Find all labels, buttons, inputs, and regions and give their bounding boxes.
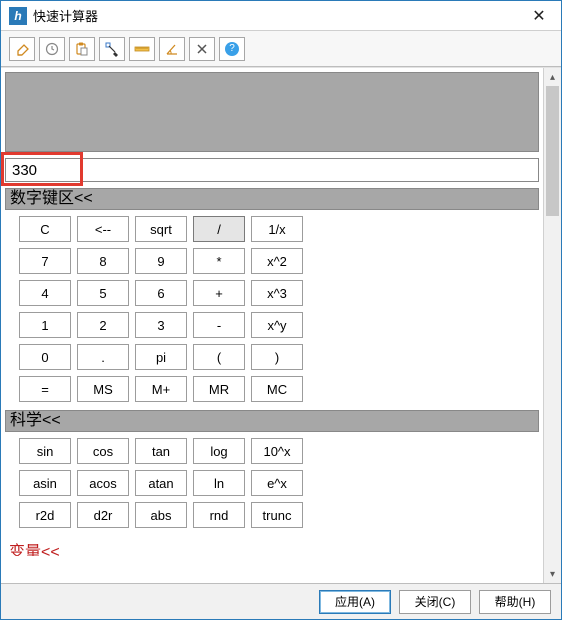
key-[interactable]: - <box>193 312 245 338</box>
key-r2d[interactable]: r2d <box>19 502 71 528</box>
footer: 应用(A) 关闭(C) 帮助(H) <box>1 583 561 619</box>
key-e-x[interactable]: e^x <box>251 470 303 496</box>
paste-button[interactable] <box>69 37 95 61</box>
science-header[interactable]: 科学<< <box>5 410 539 432</box>
history-panel <box>5 72 539 152</box>
variables-header-label: 变量<< <box>9 544 60 556</box>
scroll-down-icon[interactable]: ▾ <box>544 565 561 583</box>
key-d2r[interactable]: d2r <box>77 502 129 528</box>
client-area: 数字键区<< C<--sqrt/1/x 789*x^2 456+x^3 123-x^y… <box>1 67 561 583</box>
key-ln[interactable]: ln <box>193 470 245 496</box>
key-MC[interactable]: MC <box>251 376 303 402</box>
key-x-2[interactable]: x^2 <box>251 248 303 274</box>
key-sin[interactable]: sin <box>19 438 71 464</box>
science-header-label: 科学<< <box>10 411 61 431</box>
close-icon: ✕ <box>532 6 545 26</box>
science-grid: sincostanlog10^x asinacosatanlne^x r2dd2ra… <box>5 432 539 534</box>
key-1[interactable]: 1 <box>19 312 71 338</box>
key-log[interactable]: log <box>193 438 245 464</box>
key-x-3[interactable]: x^3 <box>251 280 303 306</box>
key-[interactable]: ( <box>193 344 245 370</box>
help-icon: ? <box>225 42 239 56</box>
distance-button[interactable] <box>129 37 155 61</box>
eraser-icon <box>14 41 30 57</box>
key-pi[interactable]: pi <box>135 344 187 370</box>
key-[interactable]: <-- <box>77 216 129 242</box>
key-10-x[interactable]: 10^x <box>251 438 303 464</box>
pick-point-icon <box>104 41 120 57</box>
input-row <box>5 158 539 182</box>
key-3[interactable]: 3 <box>135 312 187 338</box>
expression-input[interactable] <box>5 158 539 182</box>
help-dialog-button[interactable]: 帮助(H) <box>479 590 551 614</box>
numpad-grid: C<--sqrt/1/x 789*x^2 456+x^3 123-x^y 0.pi() =… <box>5 210 539 408</box>
variables-header[interactable]: 变量<< <box>5 538 539 556</box>
app-icon: h <box>9 7 27 25</box>
angle-icon <box>164 41 180 57</box>
paste-icon <box>74 41 90 57</box>
key-MR[interactable]: MR <box>193 376 245 402</box>
key-asin[interactable]: asin <box>19 470 71 496</box>
key-[interactable]: = <box>19 376 71 402</box>
key-4[interactable]: 4 <box>19 280 71 306</box>
key-acos[interactable]: acos <box>77 470 129 496</box>
numpad-header[interactable]: 数字键区<< <box>5 188 539 210</box>
key-5[interactable]: 5 <box>77 280 129 306</box>
close-button[interactable]: ✕ <box>517 1 561 30</box>
eraser-button[interactable] <box>9 37 35 61</box>
help-label: 帮助(H) <box>495 593 536 610</box>
key-atan[interactable]: atan <box>135 470 187 496</box>
vertical-scrollbar[interactable]: ▴ ▾ <box>543 68 561 583</box>
scroll-thumb[interactable] <box>546 86 559 216</box>
clear-x-button[interactable] <box>189 37 215 61</box>
key-x-y[interactable]: x^y <box>251 312 303 338</box>
key-cos[interactable]: cos <box>77 438 129 464</box>
pick-point-button[interactable] <box>99 37 125 61</box>
key-trunc[interactable]: trunc <box>251 502 303 528</box>
key-[interactable]: ) <box>251 344 303 370</box>
key-M[interactable]: M+ <box>135 376 187 402</box>
history-button[interactable] <box>39 37 65 61</box>
key-7[interactable]: 7 <box>19 248 71 274</box>
key-C[interactable]: C <box>19 216 71 242</box>
key-[interactable]: / <box>193 216 245 242</box>
close-dialog-button[interactable]: 关闭(C) <box>399 590 471 614</box>
key-6[interactable]: 6 <box>135 280 187 306</box>
app-window: h 快速计算器 ✕ ? <box>0 0 562 620</box>
clock-icon <box>44 41 60 57</box>
apply-button[interactable]: 应用(A) <box>319 590 391 614</box>
titlebar: h 快速计算器 ✕ <box>1 1 561 31</box>
content-pane: 数字键区<< C<--sqrt/1/x 789*x^2 456+x^3 123-x^y… <box>1 68 543 583</box>
toolbar: ? <box>1 31 561 67</box>
key-[interactable]: + <box>193 280 245 306</box>
key-9[interactable]: 9 <box>135 248 187 274</box>
help-button[interactable]: ? <box>219 37 245 61</box>
key-[interactable]: . <box>77 344 129 370</box>
key-0[interactable]: 0 <box>19 344 71 370</box>
key-sqrt[interactable]: sqrt <box>135 216 187 242</box>
scroll-up-icon[interactable]: ▴ <box>544 68 561 86</box>
key-abs[interactable]: abs <box>135 502 187 528</box>
numpad-header-label: 数字键区<< <box>10 189 93 209</box>
x-icon <box>194 41 210 57</box>
ruler-icon <box>134 41 150 57</box>
key-[interactable]: * <box>193 248 245 274</box>
key-rnd[interactable]: rnd <box>193 502 245 528</box>
close-label: 关闭(C) <box>415 593 456 610</box>
key-MS[interactable]: MS <box>77 376 129 402</box>
key-1-x[interactable]: 1/x <box>251 216 303 242</box>
key-tan[interactable]: tan <box>135 438 187 464</box>
window-title: 快速计算器 <box>33 6 517 25</box>
angle-button[interactable] <box>159 37 185 61</box>
apply-label: 应用(A) <box>335 593 375 610</box>
key-8[interactable]: 8 <box>77 248 129 274</box>
key-2[interactable]: 2 <box>77 312 129 338</box>
